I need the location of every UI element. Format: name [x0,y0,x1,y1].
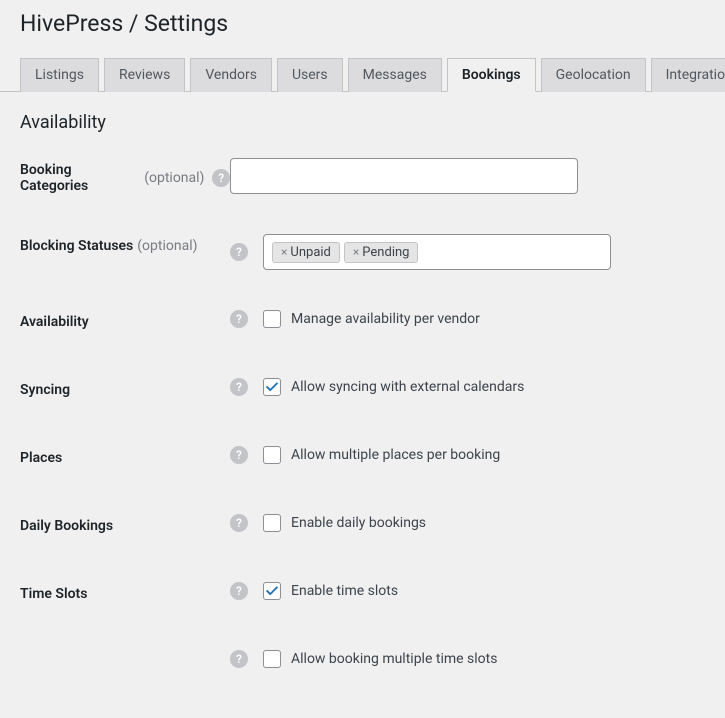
booking-categories-label: Booking Categories [20,162,140,194]
help-icon[interactable]: ? [212,169,230,187]
help-icon[interactable]: ? [230,446,248,464]
time-slots-checkbox[interactable] [263,582,281,600]
daily-bookings-checkbox[interactable] [263,514,281,532]
help-icon[interactable]: ? [230,650,248,668]
availability-text[interactable]: Manage availability per vendor [291,311,480,327]
help-icon[interactable]: ? [230,378,248,396]
blocking-statuses-label: Blocking Statuses [20,238,133,254]
time-slots-label: Time Slots [20,586,87,602]
tag-label: Pending [362,245,409,260]
tag-unpaid[interactable]: × Unpaid [272,242,340,263]
syncing-label: Syncing [20,382,70,398]
tab-reviews[interactable]: Reviews [104,58,185,92]
blocking-statuses-input[interactable]: × Unpaid × Pending [263,234,611,270]
tab-bookings[interactable]: Bookings [447,58,536,92]
tab-integrations[interactable]: Integrations [651,58,725,92]
daily-bookings-label: Daily Bookings [20,518,113,534]
time-slots-text[interactable]: Enable time slots [291,583,398,599]
tab-geolocation[interactable]: Geolocation [541,58,646,92]
tab-messages[interactable]: Messages [348,58,442,92]
blocking-statuses-optional: (optional) [137,238,197,254]
places-label: Places [20,450,62,466]
syncing-text[interactable]: Allow syncing with external calendars [291,379,524,395]
availability-label: Availability [20,314,89,330]
help-icon[interactable]: ? [230,514,248,532]
syncing-checkbox[interactable] [263,378,281,396]
help-icon[interactable]: ? [230,243,248,261]
check-icon [265,380,279,394]
help-icon[interactable]: ? [230,582,248,600]
daily-bookings-text[interactable]: Enable daily bookings [291,515,426,531]
help-icon[interactable]: ? [230,310,248,328]
tab-vendors[interactable]: Vendors [190,58,272,92]
multiple-slots-text[interactable]: Allow booking multiple time slots [291,651,497,667]
close-icon[interactable]: × [281,245,287,259]
availability-checkbox[interactable] [263,310,281,328]
multiple-slots-checkbox[interactable] [263,650,281,668]
places-checkbox[interactable] [263,446,281,464]
places-text[interactable]: Allow multiple places per booking [291,447,500,463]
section-title: Availability [20,112,705,133]
check-icon [265,584,279,598]
page-title: HivePress / Settings [20,10,705,37]
booking-categories-optional: (optional) [144,170,204,186]
tab-users[interactable]: Users [277,58,343,92]
booking-categories-input[interactable] [230,158,578,194]
close-icon[interactable]: × [353,245,359,259]
tag-label: Unpaid [290,245,330,260]
tab-listings[interactable]: Listings [20,58,99,92]
tabs: Listings Reviews Vendors Users Messages … [0,42,725,92]
tag-pending[interactable]: × Pending [344,242,419,263]
